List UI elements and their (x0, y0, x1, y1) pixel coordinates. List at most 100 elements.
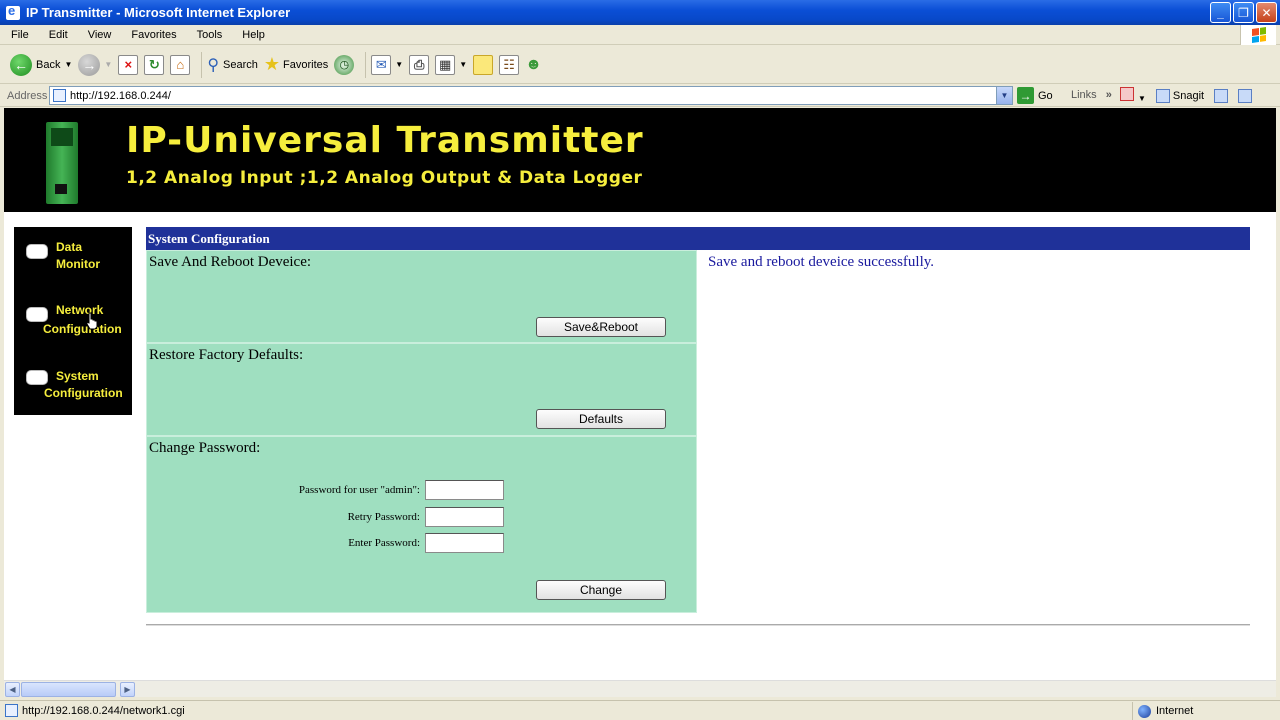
window-title: IP Transmitter - Microsoft Internet Expl… (26, 5, 291, 20)
address-extras: ▼ Snagit (1120, 87, 1253, 104)
sidebar-item-label: Monitor (56, 257, 100, 271)
search-icon: ⚲ (207, 56, 220, 74)
menu-help[interactable]: Help (231, 29, 274, 41)
acrobat-button[interactable]: ▼ (1120, 87, 1146, 104)
back-button[interactable]: ← Back ▼ (10, 53, 72, 76)
messenger-icon: ☻ (525, 55, 542, 73)
status-bar: http://192.168.0.244/network1.cgi Intern… (0, 700, 1280, 720)
page-icon (5, 704, 18, 717)
menu-favorites[interactable]: Favorites (120, 29, 185, 41)
back-arrow-icon: ← (10, 53, 32, 76)
menu-view[interactable]: View (77, 29, 121, 41)
status-url: http://192.168.0.244/network1.cgi (22, 705, 185, 717)
bullet-icon (26, 244, 48, 259)
close-button[interactable]: ✕ (1256, 2, 1277, 23)
sidebar-item-label: Data (56, 240, 83, 254)
history-icon: ◷ (334, 54, 355, 75)
address-bar: Address http://192.168.0.244/ ▼ → Go Lin… (0, 85, 1280, 107)
scroll-right-icon[interactable]: ▶ (120, 682, 135, 697)
menu-tools[interactable]: Tools (186, 29, 232, 41)
go-button[interactable]: → Go (1017, 87, 1053, 104)
chevron-down-icon[interactable]: ▼ (1138, 94, 1146, 103)
pw-user-label: Password for user "admin": (298, 484, 420, 496)
pw-enter-label: Enter Password: (348, 537, 420, 549)
print-button[interactable]: ⎙ (409, 54, 430, 75)
change-password-button[interactable]: Change (536, 580, 666, 600)
pw-enter-row: Enter Password: (348, 533, 504, 553)
sidebar-item-data-monitor[interactable]: Data Monitor (14, 239, 132, 289)
go-arrow-icon: → (1017, 87, 1034, 104)
chevron-right-icon: » (1105, 89, 1112, 101)
window-controls: _ ❐ ✕ (1210, 2, 1277, 23)
zone-label: Internet (1156, 705, 1194, 717)
favorites-button[interactable]: ★ Favorites (264, 54, 328, 75)
capture-icon[interactable] (1214, 88, 1229, 103)
chevron-down-icon[interactable]: ▼ (996, 87, 1012, 104)
favorites-label: Favorites (283, 58, 329, 71)
hand-cursor-icon (86, 312, 98, 330)
bullet-icon (26, 370, 48, 385)
star-icon: ★ (263, 54, 281, 74)
mail-icon: ✉ (371, 54, 392, 75)
chevron-down-icon[interactable]: ▼ (64, 60, 72, 69)
horizontal-scrollbar[interactable]: ◀ ▶ (4, 680, 1276, 697)
chevron-down-icon[interactable]: ▼ (104, 60, 112, 69)
snagit-icon (1155, 88, 1170, 103)
home-button[interactable]: ⌂ (170, 54, 191, 75)
snagit-button[interactable]: Snagit (1155, 88, 1205, 103)
retry-password-input[interactable] (425, 507, 504, 527)
messenger-button[interactable]: ☻ (525, 56, 542, 74)
scroll-thumb[interactable] (21, 682, 116, 697)
links-button[interactable]: Links » (1071, 89, 1112, 101)
research-button[interactable]: ☷ (499, 54, 520, 75)
banner-subtitle: 1,2 Analog Input ;1,2 Analog Output & Da… (126, 168, 643, 188)
go-label: Go (1038, 89, 1053, 102)
snagit-label: Snagit (1172, 89, 1205, 102)
page-icon (53, 89, 66, 102)
stop-button[interactable]: × (118, 54, 139, 75)
security-zone: Internet (1132, 702, 1280, 720)
bullet-icon (26, 307, 48, 322)
forward-button[interactable]: → ▼ (78, 53, 112, 76)
maximize-button[interactable]: ❐ (1233, 2, 1254, 23)
toolbar-separator (365, 51, 367, 78)
page-viewport: IP-Universal Transmitter 1,2 Analog Inpu… (4, 108, 1276, 680)
acrobat-icon (1120, 87, 1134, 101)
mail-button[interactable]: ✉ ▼ (371, 54, 403, 75)
window-titlebar: IP Transmitter - Microsoft Internet Expl… (0, 0, 1280, 25)
sidebar-item-label: Configuration (44, 386, 123, 400)
refresh-button[interactable]: ↻ (144, 54, 165, 75)
scroll-left-icon[interactable]: ◀ (5, 682, 20, 697)
restore-defaults-section: Restore Factory Defaults: Defaults (146, 343, 697, 436)
enter-password-input[interactable] (425, 533, 504, 553)
transmitter-device-image (46, 122, 78, 204)
notes-button[interactable] (473, 54, 494, 75)
menu-file[interactable]: File (0, 29, 38, 41)
sidebar-item-system-configuration[interactable]: System Configuration (14, 368, 132, 418)
search-label: Search (223, 58, 258, 71)
chevron-down-icon[interactable]: ▼ (395, 60, 403, 69)
menu-bar: File Edit View Favorites Tools Help (0, 25, 1280, 45)
change-password-section: Change Password: Password for user "admi… (146, 436, 697, 613)
links-label: Links (1071, 89, 1097, 101)
capture-settings-icon[interactable] (1238, 88, 1253, 103)
change-password-title: Change Password: (149, 440, 261, 456)
minimize-button[interactable]: _ (1210, 2, 1231, 23)
defaults-button[interactable]: Defaults (536, 409, 666, 429)
chevron-down-icon[interactable]: ▼ (459, 60, 467, 69)
search-button[interactable]: ⚲ Search (207, 55, 258, 75)
sidebar-item-network-configuration[interactable]: Network Configuration (14, 302, 132, 352)
history-button[interactable]: ◷ (334, 54, 355, 75)
save-reboot-button[interactable]: Save&Reboot (536, 317, 666, 337)
page-banner: IP-Universal Transmitter 1,2 Analog Inpu… (4, 108, 1276, 212)
address-input[interactable]: http://192.168.0.244/ ▼ (49, 86, 1013, 105)
restore-defaults-title: Restore Factory Defaults: (149, 347, 304, 363)
edit-button[interactable]: ▦ ▼ (435, 54, 467, 75)
admin-password-input[interactable] (425, 480, 504, 500)
home-icon: ⌂ (170, 54, 191, 75)
windows-logo-icon (1240, 25, 1276, 45)
menu-edit[interactable]: Edit (38, 29, 77, 41)
divider (146, 624, 1250, 626)
printer-icon: ⎙ (409, 54, 430, 75)
sidebar-item-label: System (56, 369, 99, 383)
